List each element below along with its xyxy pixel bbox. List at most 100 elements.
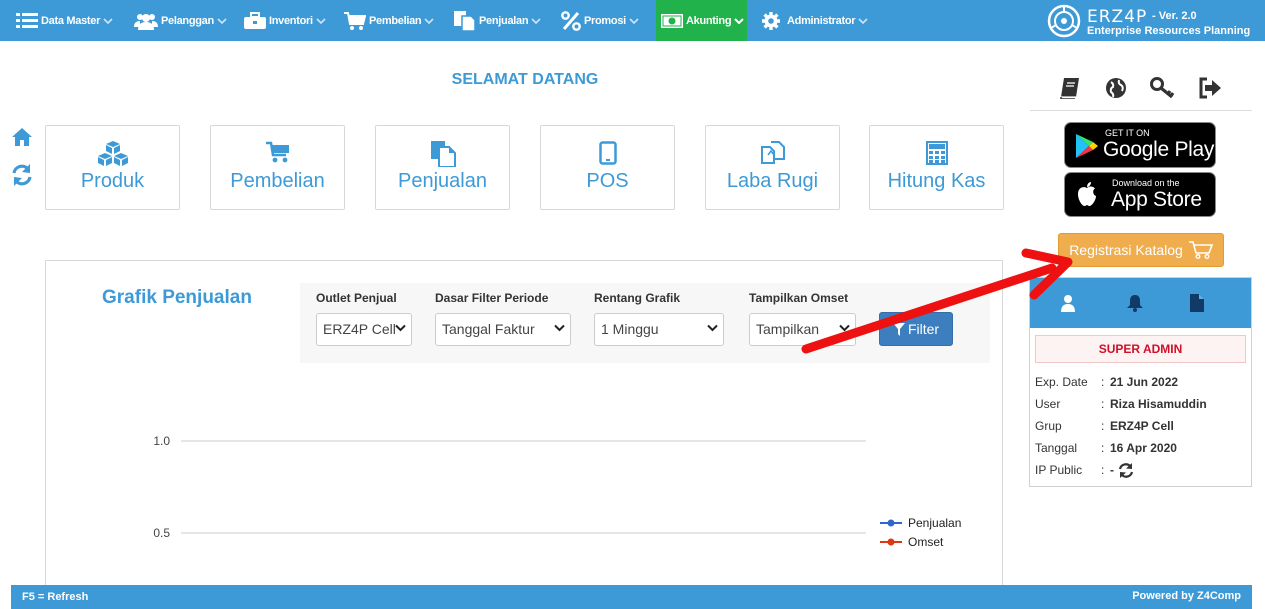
info-separator: : xyxy=(1101,463,1105,477)
tile-hitung-kas[interactable]: Hitung Kas xyxy=(869,125,1004,210)
filter-omset-group: Tampilkan Omset Tampilkan xyxy=(749,291,856,346)
outlet-select[interactable]: ERZ4P Cell xyxy=(316,313,412,346)
nav-label: Administrator xyxy=(787,14,856,27)
nav-label: Inventori xyxy=(269,14,313,27)
refresh-icon[interactable] xyxy=(11,164,33,186)
quick-tools xyxy=(1030,75,1252,111)
legend-item[interactable]: Penjualan xyxy=(880,516,961,530)
gear-icon xyxy=(762,11,780,30)
info-key: Exp. Date xyxy=(1035,375,1088,389)
google-play-icon xyxy=(1076,134,1098,158)
filter-label: Outlet Penjual xyxy=(316,291,397,305)
nav-inventori[interactable]: Inventori xyxy=(244,0,326,41)
register-catalog-button[interactable]: Registrasi Katalog xyxy=(1058,233,1224,267)
legend-label: Omset xyxy=(908,535,944,549)
user-profile-card: SUPER ADMIN Exp. Date : 21 Jun 2022 User… xyxy=(1029,277,1252,487)
apple-icon xyxy=(1078,182,1096,206)
filter-button[interactable]: Filter xyxy=(879,312,953,346)
globe-icon[interactable] xyxy=(1105,77,1127,99)
tile-label: POS xyxy=(586,170,629,192)
chevron-down-icon xyxy=(395,324,406,332)
chevron-down-icon xyxy=(554,324,565,332)
chevron-down-icon xyxy=(316,17,326,24)
chevron-down-icon xyxy=(531,17,541,24)
legend-item[interactable]: Omset xyxy=(880,535,944,549)
home-icon[interactable] xyxy=(11,127,33,147)
erz4p-logo-icon xyxy=(1047,4,1081,38)
chevron-down-icon xyxy=(858,17,868,24)
tile-pembelian[interactable]: Pembelian xyxy=(210,125,345,210)
key-icon[interactable] xyxy=(1150,77,1176,99)
omset-select[interactable]: Tampilkan xyxy=(749,313,856,346)
copy-icon xyxy=(454,10,476,31)
store-small-text: Download on the xyxy=(1112,178,1180,188)
nav-pembelian[interactable]: Pembelian xyxy=(344,0,434,41)
tile-label: Produk xyxy=(80,170,145,192)
nav-pelanggan[interactable]: Pelanggan xyxy=(134,0,227,41)
sales-chart: 1.0 0.5 Penjualan Omset xyxy=(60,379,990,591)
info-separator: : xyxy=(1101,375,1105,389)
tile-pos[interactable]: POS xyxy=(540,125,675,210)
footer-refresh-hint: F5 = Refresh xyxy=(22,591,89,603)
chart-title: Grafik Penjualan xyxy=(102,287,252,308)
nav-label: Data Master xyxy=(41,14,101,27)
info-value: - xyxy=(1110,463,1114,477)
info-value: ERZ4P Cell xyxy=(1110,419,1174,433)
nav-penjualan[interactable]: Penjualan xyxy=(454,0,541,41)
list-icon xyxy=(16,12,38,28)
money-icon xyxy=(661,13,683,28)
app-store-button[interactable]: Download on the App Store xyxy=(1064,172,1216,217)
google-play-button[interactable]: GET IT ON Google Play xyxy=(1064,122,1216,168)
logout-icon[interactable] xyxy=(1198,77,1222,99)
brand-name: ERZ4P xyxy=(1087,7,1148,27)
chevron-down-icon xyxy=(629,17,639,24)
footer-bar: F5 = Refresh Powered by Z4Comp xyxy=(11,585,1252,609)
tile-produk[interactable]: Produk xyxy=(45,125,180,210)
filter-button-label: Filter xyxy=(907,321,940,337)
document-icon[interactable] xyxy=(1190,294,1204,312)
chevron-down-icon xyxy=(103,17,113,24)
nav-akunting[interactable]: Akunting xyxy=(656,0,747,41)
nav-administrator[interactable]: Administrator xyxy=(761,0,868,41)
funnel-icon xyxy=(892,322,905,336)
period-basis-select[interactable]: Tanggal Faktur xyxy=(435,313,571,346)
tile-label: Hitung Kas xyxy=(887,170,986,192)
y-tick-label: 0.5 xyxy=(153,526,170,540)
select-value: 1 Minggu xyxy=(601,321,659,337)
nav-label: Pembelian xyxy=(369,14,422,27)
briefcase-icon xyxy=(244,11,266,29)
chart-filter-bar: Outlet Penjual ERZ4P Cell Dasar Filter P… xyxy=(300,283,990,363)
info-value: 21 Jun 2022 xyxy=(1110,375,1179,389)
brand-subtitle: Enterprise Resources Planning xyxy=(1087,25,1251,37)
store-small-text: GET IT ON xyxy=(1105,128,1150,138)
tile-penjualan[interactable]: Penjualan xyxy=(375,125,510,210)
filter-outlet-group: Outlet Penjual ERZ4P Cell xyxy=(316,291,412,346)
info-separator: : xyxy=(1101,397,1105,411)
book-icon[interactable] xyxy=(1059,77,1081,99)
filter-range-group: Rentang Grafik 1 Minggu xyxy=(594,291,724,346)
nav-promosi[interactable]: Promosi xyxy=(561,0,639,41)
info-key: Grup xyxy=(1035,419,1062,433)
user-icon[interactable] xyxy=(1060,294,1076,312)
chevron-down-icon xyxy=(734,17,744,24)
info-separator: : xyxy=(1101,419,1105,433)
nav-label: Pelanggan xyxy=(161,14,214,27)
files-icon xyxy=(430,141,456,167)
welcome-heading: SELAMAT DATANG xyxy=(451,71,599,88)
calculator-icon xyxy=(925,141,948,165)
y-tick-label: 1.0 xyxy=(153,434,170,448)
store-big-text: Google Play xyxy=(1103,138,1215,161)
cubes-icon xyxy=(97,141,128,166)
filter-label: Rentang Grafik xyxy=(594,291,681,305)
brand-version: - Ver. 2.0 xyxy=(1152,10,1197,22)
bell-icon[interactable] xyxy=(1126,294,1144,312)
refresh-ip-icon[interactable] xyxy=(1118,463,1134,478)
nav-data-master[interactable]: Data Master xyxy=(16,0,113,41)
footer-powered-by: Powered by Z4Comp xyxy=(1132,590,1241,602)
tile-laba-rugi[interactable]: Laba Rugi xyxy=(705,125,840,210)
chevron-down-icon xyxy=(217,17,227,24)
chevron-down-icon xyxy=(424,17,434,24)
cart-outline-icon xyxy=(1188,241,1213,259)
range-select[interactable]: 1 Minggu xyxy=(594,313,724,346)
tile-label: Penjualan xyxy=(398,170,487,192)
